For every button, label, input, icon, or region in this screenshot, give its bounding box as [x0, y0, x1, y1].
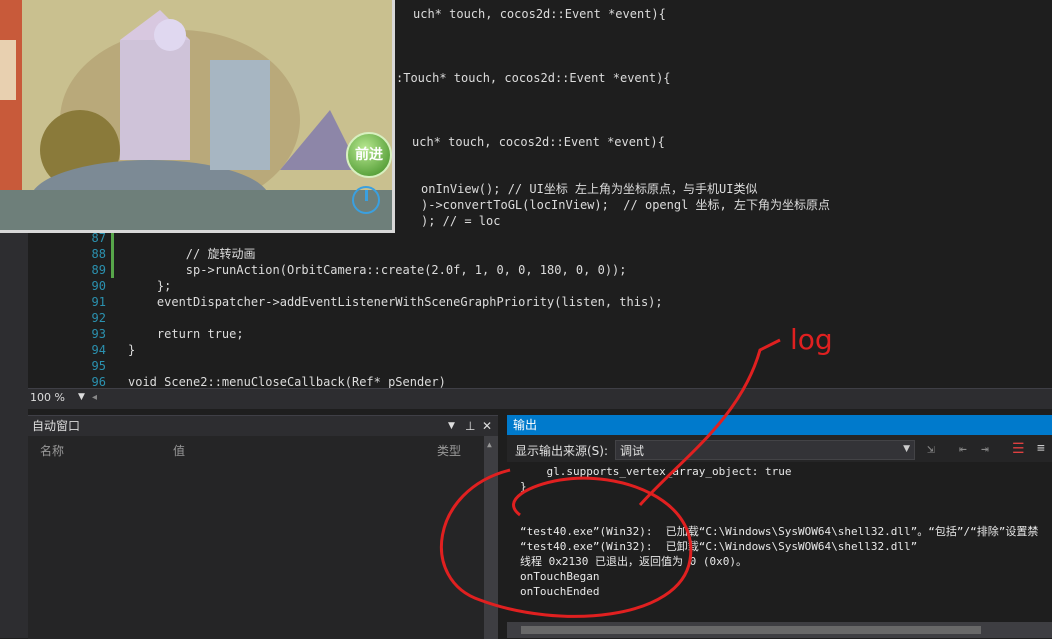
- annotation-label: log: [790, 323, 833, 356]
- red-annotation: [439, 338, 781, 618]
- annotation-arrow: [638, 338, 781, 506]
